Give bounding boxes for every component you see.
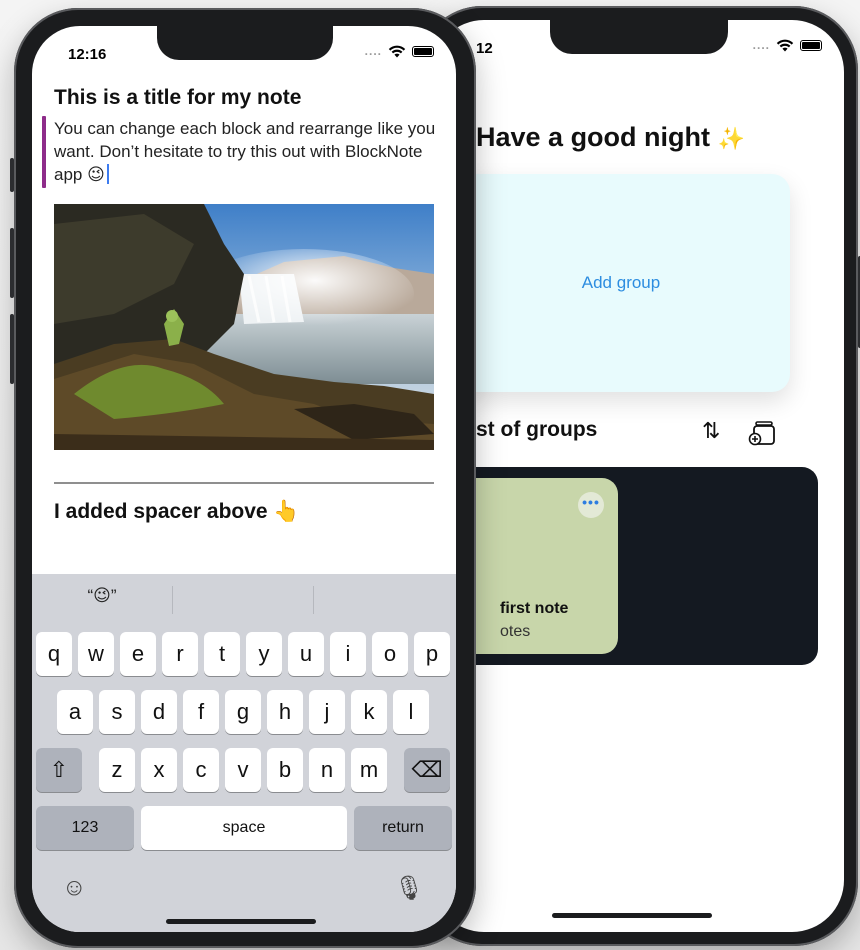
greeting-text: Have a good night: [476, 122, 711, 152]
new-group-icon[interactable]: [748, 420, 776, 446]
note-title-block[interactable]: This is a title for my note: [54, 86, 301, 110]
sparkles-icon: ✨: [717, 126, 745, 151]
shift-key[interactable]: ⇧: [36, 748, 82, 792]
front-phone: 12:16 .... This is a title for my note Y…: [10, 8, 476, 948]
key-m[interactable]: m: [351, 748, 387, 792]
more-options-button[interactable]: •••: [578, 492, 604, 518]
volume-up-button: [10, 228, 14, 298]
waterfall-image-block[interactable]: [54, 204, 434, 450]
microphone-icon[interactable]: 🎙: [394, 874, 424, 903]
spacer-divider-block[interactable]: [54, 482, 434, 484]
wifi-icon: [388, 45, 406, 57]
key-o[interactable]: o: [372, 632, 408, 676]
back-phone: 12 .... Have a good night ✨ Add group st…: [418, 6, 860, 946]
note-text-block[interactable]: You can change each block and rearrange …: [54, 117, 444, 186]
group-card-count: otes: [500, 623, 531, 640]
groups-list-header: st of groups: [476, 418, 598, 441]
front-phone-screen: 12:16 .... This is a title for my note Y…: [32, 26, 456, 932]
notch: [550, 20, 728, 54]
key-s[interactable]: s: [99, 690, 135, 734]
selected-block-indicator: [42, 116, 46, 188]
status-time: 12:16: [68, 46, 107, 63]
key-d[interactable]: d: [141, 690, 177, 734]
back-phone-screen: 12 .... Have a good night ✨ Add group st…: [432, 20, 844, 932]
home-indicator: [166, 919, 316, 924]
key-z[interactable]: z: [99, 748, 135, 792]
battery-icon: [800, 39, 822, 51]
battery-icon: [412, 45, 434, 57]
status-icons: ....: [365, 44, 434, 58]
key-e[interactable]: e: [120, 632, 156, 676]
suggestion-separator: [172, 586, 173, 614]
key-n[interactable]: n: [309, 748, 345, 792]
key-v[interactable]: v: [225, 748, 261, 792]
add-group-card[interactable]: Add group: [452, 174, 790, 392]
volume-down-button: [10, 314, 14, 384]
numbers-key[interactable]: 123: [36, 806, 134, 850]
key-i[interactable]: i: [330, 632, 366, 676]
wifi-icon: [776, 39, 794, 51]
key-r[interactable]: r: [162, 632, 198, 676]
key-p[interactable]: p: [414, 632, 450, 676]
sort-icon[interactable]: ⇅: [702, 418, 720, 444]
status-time: 12: [476, 40, 493, 57]
key-f[interactable]: f: [183, 690, 219, 734]
key-w[interactable]: w: [78, 632, 114, 676]
key-g[interactable]: g: [225, 690, 261, 734]
greeting-title: Have a good night ✨: [476, 122, 745, 153]
key-c[interactable]: c: [183, 748, 219, 792]
group-card-name: first note: [500, 600, 569, 617]
signal-icon: ....: [752, 38, 770, 52]
add-group-label: Add group: [581, 273, 661, 292]
home-indicator: [552, 913, 712, 918]
key-j[interactable]: j: [309, 690, 345, 734]
space-key[interactable]: space: [141, 806, 347, 850]
spacer-text-block[interactable]: I added spacer above 👆: [54, 500, 300, 524]
key-u[interactable]: u: [288, 632, 324, 676]
notch: [157, 26, 333, 60]
key-q[interactable]: q: [36, 632, 72, 676]
key-t[interactable]: t: [204, 632, 240, 676]
delete-key[interactable]: ⌫: [404, 748, 450, 792]
suggestion-separator: [313, 586, 314, 614]
key-x[interactable]: x: [141, 748, 177, 792]
key-y[interactable]: y: [246, 632, 282, 676]
group-card[interactable]: ••• first note otes: [460, 478, 618, 654]
key-l[interactable]: l: [393, 690, 429, 734]
return-key[interactable]: return: [354, 806, 452, 850]
keyboard: “😉” q w e r t y u i o p a s d f g h j k …: [32, 574, 456, 932]
status-icons: ....: [753, 38, 822, 52]
note-text: You can change each block and rearrange …: [54, 119, 436, 184]
key-a[interactable]: a: [57, 690, 93, 734]
signal-icon: ....: [364, 44, 382, 58]
suggestion-bar: “😉”: [32, 574, 456, 628]
key-b[interactable]: b: [267, 748, 303, 792]
text-cursor: [106, 164, 109, 184]
key-k[interactable]: k: [351, 690, 387, 734]
stage: 12 .... Have a good night ✨ Add group st…: [0, 0, 860, 950]
suggestion-1[interactable]: “😉”: [32, 586, 172, 606]
mute-switch: [10, 158, 14, 192]
key-h[interactable]: h: [267, 690, 303, 734]
emoji-icon[interactable]: ☺: [62, 874, 87, 902]
